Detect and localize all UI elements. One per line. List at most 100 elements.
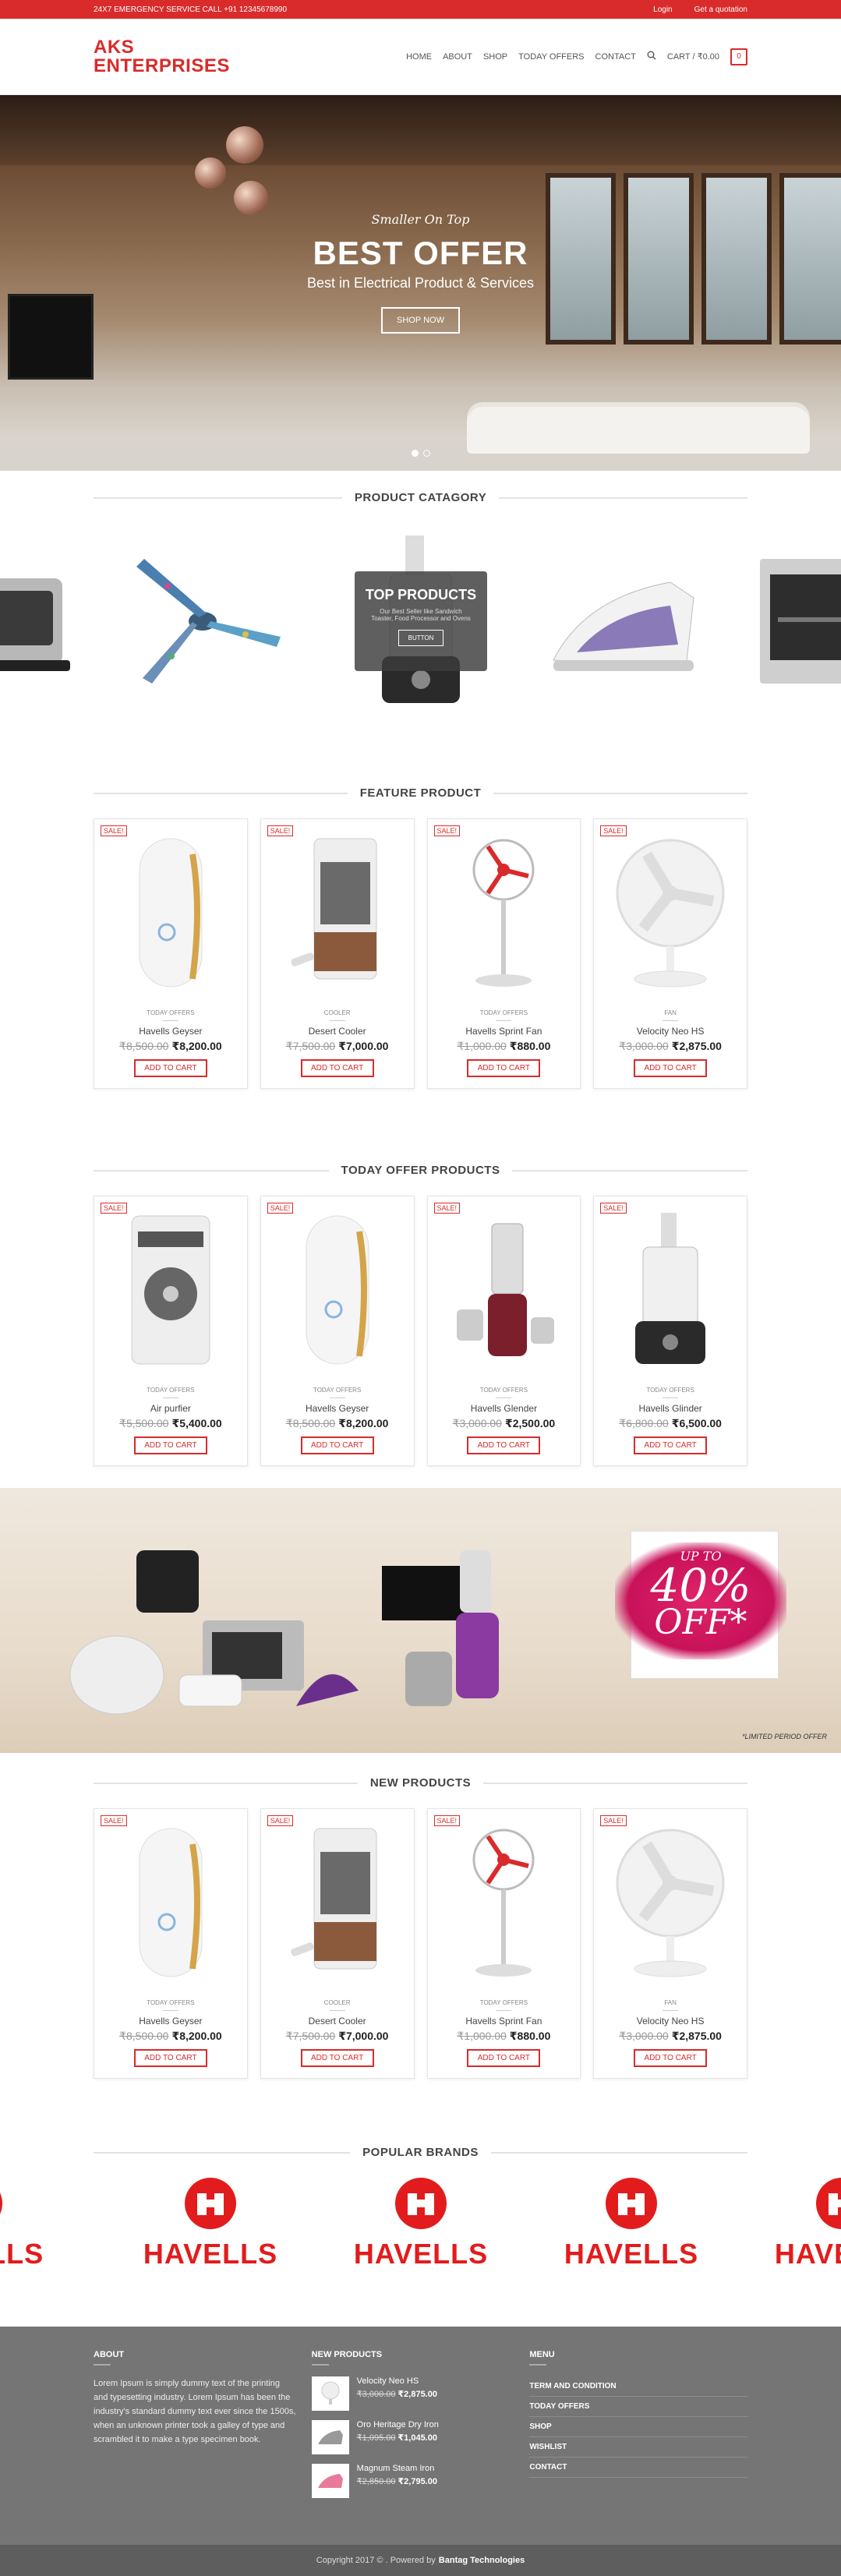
- product-card[interactable]: SALE! TODAY OFFERS Havells Geyser ₹8,500…: [94, 818, 248, 1089]
- add-to-cart-button[interactable]: ADD TO CART: [634, 1059, 708, 1077]
- product-name[interactable]: Havells Geyser: [94, 2016, 247, 2027]
- login-link[interactable]: Login: [653, 5, 672, 14]
- add-to-cart-button[interactable]: ADD TO CART: [133, 1059, 207, 1077]
- add-to-cart-button[interactable]: ADD TO CART: [300, 2049, 374, 2067]
- promo-banner[interactable]: UP TO 40% OFF* *LIMITED PERIOD OFFER: [0, 1488, 841, 1753]
- brand-logo[interactable]: HAVELLS: [546, 2176, 717, 2270]
- product-name[interactable]: Havells Glender: [428, 1403, 581, 1414]
- brand-logo[interactable]: HAVELLS: [756, 2176, 841, 2270]
- product-card[interactable]: SALE! TODAY OFFERS Havells Geyser ₹8,500…: [260, 1196, 415, 1466]
- powered-by-link[interactable]: Bantag Technologies: [439, 2556, 525, 2565]
- category-ceiling-fan[interactable]: [109, 520, 296, 723]
- footer-link-shop[interactable]: SHOP: [529, 2417, 748, 2437]
- product-name[interactable]: Desert Cooler: [261, 2016, 414, 2027]
- nav-shop[interactable]: SHOP: [483, 52, 507, 62]
- sale-badge: SALE!: [433, 1203, 461, 1214]
- site-logo[interactable]: AKS ENTERPRISES: [94, 37, 230, 76]
- footer-product-price: ₹3,000.00 ₹2,875.00: [357, 2389, 437, 2399]
- footer-link-contact[interactable]: CONTACT: [529, 2458, 748, 2478]
- footer-product-name[interactable]: Oro Heritage Dry Iron: [357, 2420, 439, 2429]
- add-to-cart-button[interactable]: ADD TO CART: [300, 1059, 374, 1077]
- category-food-processor[interactable]: TOP PRODUCTS Our Best Seller like Sandwi…: [327, 520, 514, 723]
- product-card[interactable]: SALE! TODAY OFFERS Havells Glinder ₹6,80…: [593, 1196, 747, 1466]
- iron-thumbnail[interactable]: [311, 2420, 349, 2454]
- quotation-link[interactable]: Get a quotation: [694, 5, 747, 14]
- pedestal-fan-image[interactable]: [428, 819, 581, 1006]
- product-name[interactable]: Havells Geyser: [261, 1403, 414, 1414]
- brand-logo[interactable]: HAVELLS: [335, 2176, 507, 2270]
- site-header: AKS ENTERPRISES HOME ABOUT SHOP TODAY OF…: [0, 19, 841, 95]
- add-to-cart-button[interactable]: ADD TO CART: [133, 1436, 207, 1454]
- add-to-cart-button[interactable]: ADD TO CART: [467, 1059, 541, 1077]
- footer-link-today-offers[interactable]: TODAY OFFERS: [529, 2397, 748, 2417]
- product-name[interactable]: Velocity Neo HS: [594, 2016, 747, 2027]
- product-card[interactable]: SALE! FAN Velocity Neo HS ₹3,000.00 ₹2,87…: [593, 1808, 747, 2079]
- geyser-image[interactable]: [94, 1809, 247, 1996]
- mixer-grinder-image[interactable]: [428, 1196, 581, 1383]
- footer-product-name[interactable]: Magnum Steam Iron: [357, 2464, 437, 2473]
- sale-price: ₹7,000.00: [338, 2030, 389, 2042]
- steam-iron-thumbnail[interactable]: [311, 2464, 349, 2498]
- footer-link-wishlist[interactable]: WISHLIST: [529, 2437, 748, 2458]
- nav-contact[interactable]: CONTACT: [595, 52, 636, 62]
- product-name[interactable]: Velocity Neo HS: [594, 1026, 747, 1037]
- product-card[interactable]: SALE! COOLER Desert Cooler ₹7,500.00 ₹7,0…: [260, 1808, 415, 2079]
- footer-link-terms[interactable]: TERM AND CONDITION: [529, 2376, 748, 2397]
- product-category: TODAY OFFERS: [428, 1009, 581, 1021]
- add-to-cart-button[interactable]: ADD TO CART: [634, 2049, 708, 2067]
- product-card[interactable]: SALE! TODAY OFFERS Havells Sprint Fan ₹1…: [426, 1808, 581, 2079]
- sale-badge: SALE!: [267, 1203, 294, 1214]
- table-fan-image[interactable]: [594, 819, 747, 1006]
- footer-product-item[interactable]: Velocity Neo HS ₹3,000.00 ₹2,875.00: [311, 2376, 530, 2411]
- slider-dot-1[interactable]: [411, 450, 419, 457]
- product-card[interactable]: SALE! TODAY OFFERS Havells Geyser ₹8,500…: [94, 1808, 248, 2079]
- footer-product-item[interactable]: Oro Heritage Dry Iron ₹1,095.00 ₹1,045.00: [311, 2420, 530, 2454]
- brand-logo[interactable]: HAVELLS: [0, 2176, 62, 2270]
- product-name[interactable]: Air purfier: [94, 1403, 247, 1414]
- add-to-cart-button[interactable]: ADD TO CART: [133, 2049, 207, 2067]
- product-name[interactable]: Havells Sprint Fan: [428, 1026, 581, 1037]
- brand-logo[interactable]: HAVELLS: [125, 2176, 296, 2270]
- nav-home[interactable]: HOME: [406, 52, 432, 62]
- nav-about[interactable]: ABOUT: [443, 52, 472, 62]
- slider-dot-2[interactable]: [422, 450, 430, 457]
- category-steam-iron[interactable]: [530, 520, 717, 723]
- product-name[interactable]: Havells Geyser: [94, 1026, 247, 1037]
- category-grill[interactable]: [0, 520, 94, 723]
- add-to-cart-button[interactable]: ADD TO CART: [300, 1436, 374, 1454]
- geyser-image[interactable]: [94, 819, 247, 1006]
- fan-thumbnail[interactable]: [311, 2376, 349, 2411]
- product-name[interactable]: Desert Cooler: [261, 1026, 414, 1037]
- footer-product-item[interactable]: Magnum Steam Iron ₹2,850.00 ₹2,795.00: [311, 2464, 530, 2498]
- product-card[interactable]: SALE! TODAY OFFERS Havells Sprint Fan ₹1…: [426, 818, 581, 1089]
- food-processor-image[interactable]: [594, 1196, 747, 1383]
- category-oven[interactable]: [733, 520, 841, 723]
- product-card[interactable]: SALE! TODAY OFFERS Air purfier ₹5,500.00…: [94, 1196, 248, 1466]
- top-products-button[interactable]: BUTTON: [398, 630, 444, 646]
- product-card[interactable]: SALE! COOLER Desert Cooler ₹7,500.00 ₹7,0…: [260, 818, 415, 1089]
- cart-count-badge[interactable]: 0: [730, 48, 747, 65]
- brand-name: HAVELLS: [353, 2238, 489, 2270]
- shop-now-button[interactable]: SHOP NOW: [381, 307, 460, 334]
- add-to-cart-button[interactable]: ADD TO CART: [467, 1436, 541, 1454]
- product-price: ₹6,800.00 ₹6,500.00: [594, 1417, 747, 1430]
- sale-badge: SALE!: [267, 825, 294, 836]
- search-icon[interactable]: [647, 51, 656, 62]
- nav-today-offers[interactable]: TODAY OFFERS: [518, 52, 584, 62]
- add-to-cart-button[interactable]: ADD TO CART: [467, 2049, 541, 2067]
- air-cooler-image[interactable]: [94, 1196, 247, 1383]
- product-name[interactable]: Havells Glinder: [594, 1403, 747, 1414]
- product-card[interactable]: SALE! FAN Velocity Neo HS ₹3,000.00 ₹2,87…: [593, 818, 747, 1089]
- cart-link[interactable]: CART / ₹0.00: [667, 51, 719, 62]
- sale-price: ₹2,875.00: [398, 2390, 437, 2399]
- copyright-bar: Copyright 2017 © . Powered by Bantag Tec…: [0, 2545, 841, 2576]
- add-to-cart-button[interactable]: ADD TO CART: [634, 1436, 708, 1454]
- cooler-image[interactable]: [261, 1809, 414, 1996]
- product-card[interactable]: SALE! TODAY OFFERS Havells Glender ₹3,00…: [426, 1196, 581, 1466]
- cooler-image[interactable]: [261, 819, 414, 1006]
- footer-product-name[interactable]: Velocity Neo HS: [357, 2376, 437, 2386]
- product-name[interactable]: Havells Sprint Fan: [428, 2016, 581, 2027]
- geyser-image[interactable]: [261, 1196, 414, 1383]
- table-fan-image[interactable]: [594, 1809, 747, 1996]
- pedestal-fan-image[interactable]: [428, 1809, 581, 1996]
